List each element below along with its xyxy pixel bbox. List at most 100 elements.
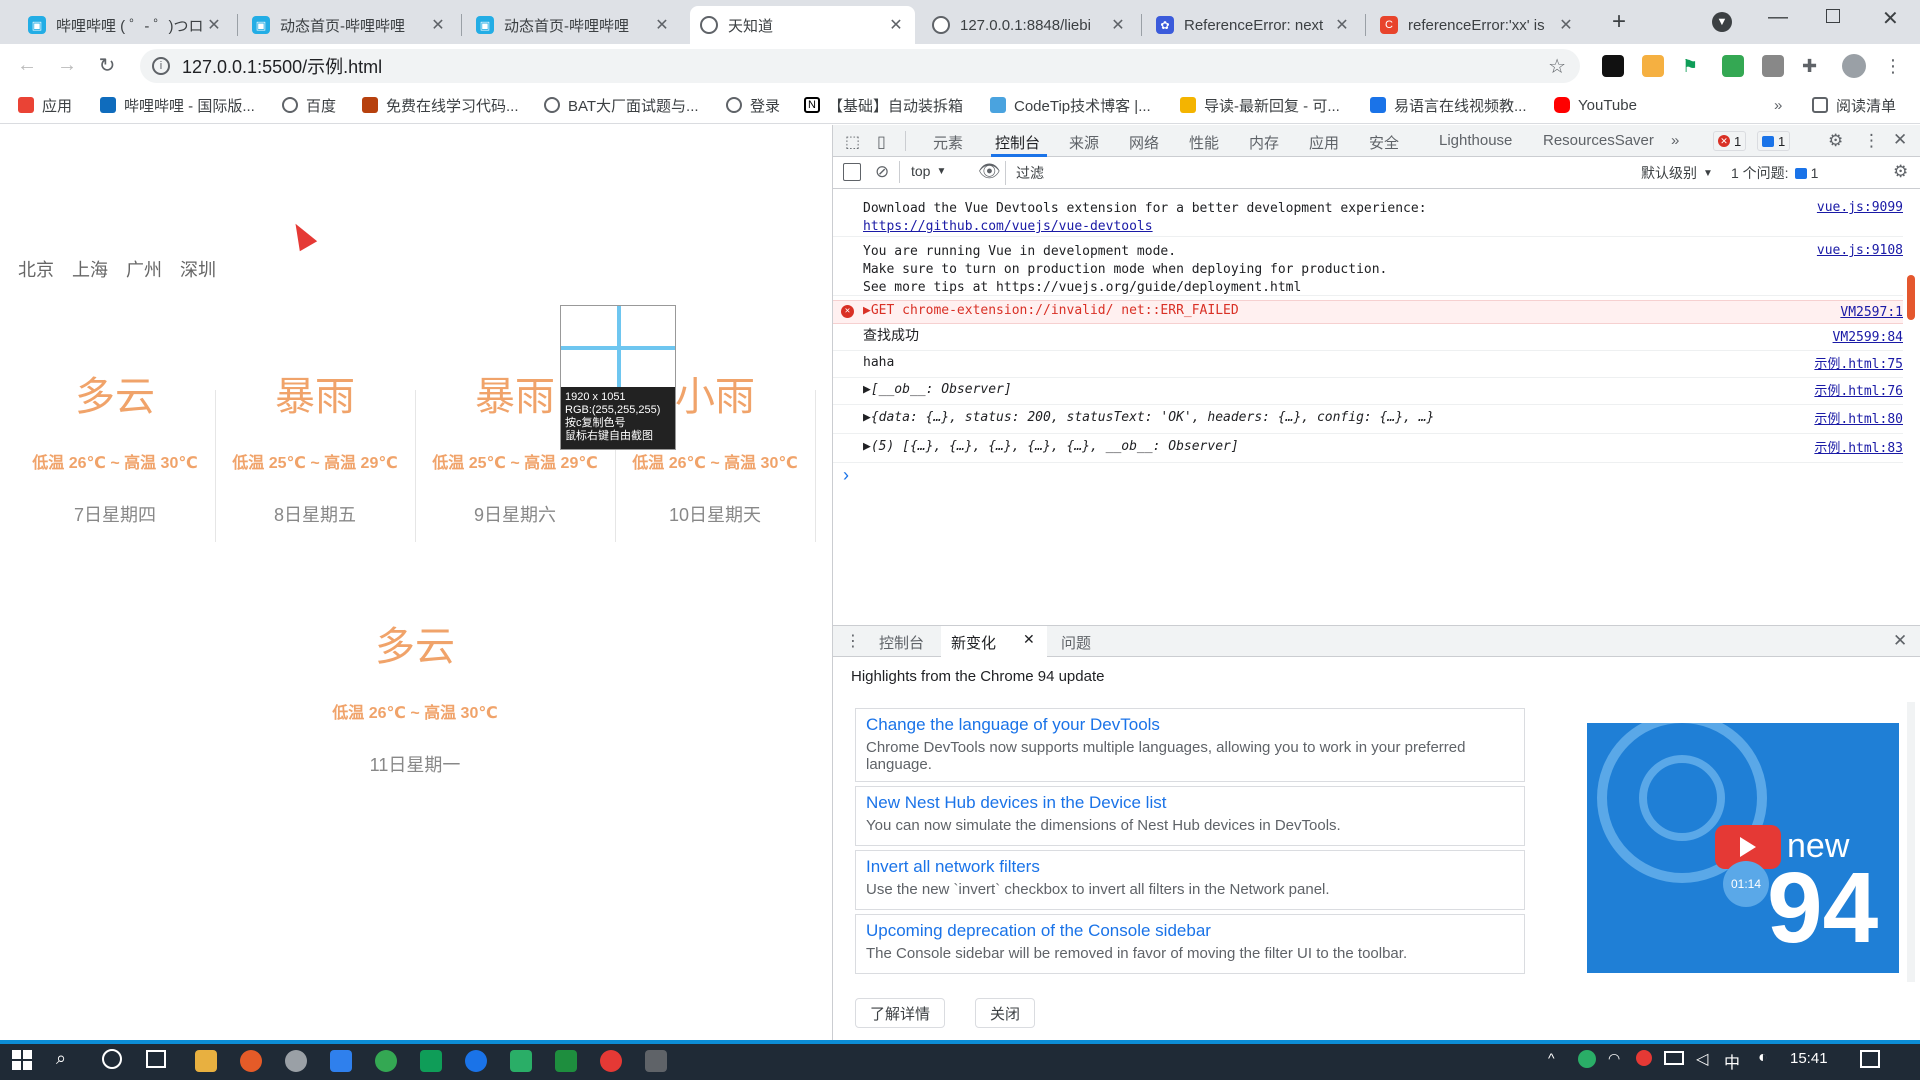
bookmark-item[interactable]: 导读-最新回复 - 可... [1180, 94, 1340, 116]
whatsnew-card[interactable]: Invert all network filters Use the new `… [855, 850, 1525, 910]
minimize-icon[interactable]: — [1768, 6, 1788, 29]
extension-icon[interactable] [1762, 55, 1784, 77]
clock[interactable]: 15:41 [1790, 1050, 1828, 1067]
bookmark-item[interactable]: BAT大厂面试题与... [544, 94, 699, 116]
bookmark-item[interactable]: CodeTip技术博客 |... [990, 94, 1151, 116]
task-view-icon[interactable] [146, 1050, 166, 1068]
sidebar-toggle-icon[interactable] [843, 163, 861, 181]
address-bar[interactable]: i 127.0.0.1:5500/示例.html ☆ [140, 49, 1580, 83]
tab-search-icon[interactable]: ▼ [1712, 12, 1732, 32]
console-error-message[interactable]: ✕ ▶GET chrome-extension://invalid/ net::… [833, 300, 1903, 324]
reading-list[interactable]: 阅读清单 [1812, 94, 1896, 116]
app-icon[interactable] [600, 1050, 622, 1072]
tab-console[interactable]: 控制台 [995, 132, 1040, 153]
source-link[interactable]: vue.js:9099 [1817, 199, 1903, 217]
avatar[interactable] [1842, 54, 1866, 78]
tab-application[interactable]: 应用 [1309, 132, 1339, 153]
tab-4-active[interactable]: 天知道 ✕ [690, 6, 915, 44]
menu-icon[interactable]: ⋮ [1884, 55, 1902, 77]
source-link[interactable]: 示例.html:75 [1814, 354, 1903, 376]
close-drawer-icon[interactable]: ✕ [1893, 631, 1907, 651]
whatsnew-card[interactable]: Change the language of your DevTools Chr… [855, 708, 1525, 782]
back-icon[interactable]: ← [14, 52, 40, 78]
close-icon[interactable]: ✕ [429, 15, 447, 35]
app-icon[interactable] [555, 1050, 577, 1072]
close-icon[interactable]: ✕ [653, 15, 671, 35]
extension-icon[interactable] [1642, 55, 1664, 77]
bookmark-item[interactable]: 哔哩哔哩 - 国际版... [100, 94, 255, 116]
close-icon[interactable]: ✕ [1557, 15, 1575, 35]
drawer-scrollbar[interactable] [1907, 702, 1915, 982]
device-toolbar-icon[interactable]: ▯ [877, 132, 886, 152]
console-message[interactable]: ▶{data: {…}, status: 200, statusText: 'O… [833, 406, 1903, 434]
tab-resourcessaver[interactable]: ResourcesSaver [1543, 132, 1654, 149]
card-title[interactable]: Change the language of your DevTools [866, 715, 1514, 735]
wechat-icon[interactable] [510, 1050, 532, 1072]
forward-icon[interactable]: → [54, 52, 80, 78]
close-window-icon[interactable]: ✕ [1882, 6, 1899, 31]
close-icon[interactable]: ✕ [1109, 15, 1127, 35]
city-link[interactable]: 深圳 [180, 256, 216, 282]
bookmark-item[interactable]: N 【基础】自动装拆箱 [804, 94, 963, 116]
console-prompt[interactable]: › [843, 465, 849, 486]
city-link[interactable]: 上海 [72, 256, 108, 282]
tab-lighthouse[interactable]: Lighthouse [1439, 132, 1512, 149]
extension-icon[interactable] [1722, 55, 1744, 77]
bookmark-star-icon[interactable]: ☆ [1548, 54, 1566, 79]
tab-memory[interactable]: 内存 [1249, 132, 1279, 153]
tab-1[interactable]: ▣ 哔哩哔哩 ( ゜- ゜)つロ ✕ [18, 6, 233, 44]
close-icon[interactable]: ✕ [1333, 15, 1351, 35]
source-link[interactable]: 示例.html:76 [1814, 381, 1903, 403]
close-icon[interactable]: ✕ [1023, 631, 1035, 648]
gear-icon[interactable]: ⚙ [1828, 131, 1843, 151]
bookmark-item[interactable]: 百度 [282, 94, 336, 116]
source-link[interactable]: vue.js:9108 [1817, 242, 1903, 260]
kebab-menu-icon[interactable]: ⋮ [1863, 131, 1880, 151]
more-bookmarks-icon[interactable]: » [1774, 94, 1782, 116]
tray-app-icon[interactable] [1636, 1050, 1652, 1066]
drawer-tab-issues[interactable]: 问题 [1061, 632, 1091, 653]
error-counter[interactable]: ✕ 1 [1713, 131, 1747, 151]
tab-sources[interactable]: 来源 [1069, 132, 1099, 153]
reload-icon[interactable]: ↻ [94, 52, 120, 78]
clear-console-icon[interactable]: ⊘ [875, 162, 889, 182]
app-icon[interactable] [645, 1050, 667, 1072]
bookmark-item[interactable]: 免费在线学习代码... [362, 94, 519, 116]
volume-icon[interactable]: ◁ [1696, 1049, 1708, 1069]
notification-icon[interactable] [1860, 1050, 1880, 1068]
tab-2[interactable]: ▣ 动态首页-哔哩哔哩 ✕ [242, 6, 457, 44]
tray-chevron-icon[interactable]: ^ [1548, 1050, 1555, 1066]
video-thumbnail[interactable]: 01:14 new 94 [1587, 723, 1899, 973]
vscode-icon[interactable] [330, 1050, 352, 1072]
inspect-icon[interactable]: ⬚ [845, 132, 860, 152]
keyboard-icon[interactable] [1664, 1051, 1684, 1065]
tab-7[interactable]: C referenceError:'xx' is ✕ [1370, 6, 1585, 44]
source-link[interactable]: 示例.html:83 [1814, 437, 1903, 461]
drawer-tab-console[interactable]: 控制台 [879, 632, 924, 653]
app-icon[interactable] [465, 1050, 487, 1072]
tab-6[interactable]: ✿ ReferenceError: next ✕ [1146, 6, 1361, 44]
scrollbar-thumb[interactable] [1907, 275, 1915, 320]
source-link[interactable]: 示例.html:80 [1814, 408, 1903, 432]
console-settings-icon[interactable]: ⚙ [1893, 162, 1908, 182]
console-link[interactable]: https://github.com/vuejs/vue-devtools [863, 218, 1903, 236]
bookmark-item[interactable]: YouTube [1554, 94, 1637, 116]
ime-mode-icon[interactable]: ◐ [1758, 1049, 1768, 1067]
bookmark-item[interactable]: 易语言在线视频教... [1370, 94, 1527, 116]
app-icon[interactable] [285, 1050, 307, 1072]
extension-icon[interactable]: ⚑ [1682, 55, 1704, 77]
tab-elements[interactable]: 元素 [933, 132, 963, 153]
whatsnew-card[interactable]: Upcoming deprecation of the Console side… [855, 914, 1525, 974]
drawer-tab-whatsnew[interactable]: 新变化 ✕ [941, 626, 1047, 657]
puzzle-icon[interactable]: ✚ [1802, 55, 1824, 77]
firefox-icon[interactable] [240, 1050, 262, 1072]
file-explorer-icon[interactable] [195, 1050, 217, 1072]
tab-network[interactable]: 网络 [1129, 132, 1159, 153]
city-link[interactable]: 广州 [126, 256, 162, 282]
eye-icon[interactable]: 👁 [978, 161, 1001, 182]
extension-icon[interactable] [1602, 55, 1624, 77]
console-message[interactable]: ▶(5) [{…}, {…}, {…}, {…}, {…}, __ob__: O… [833, 435, 1903, 463]
new-tab-icon[interactable]: + [1612, 8, 1626, 36]
city-link[interactable]: 北京 [18, 256, 54, 282]
close-icon[interactable]: ✕ [1893, 130, 1907, 150]
